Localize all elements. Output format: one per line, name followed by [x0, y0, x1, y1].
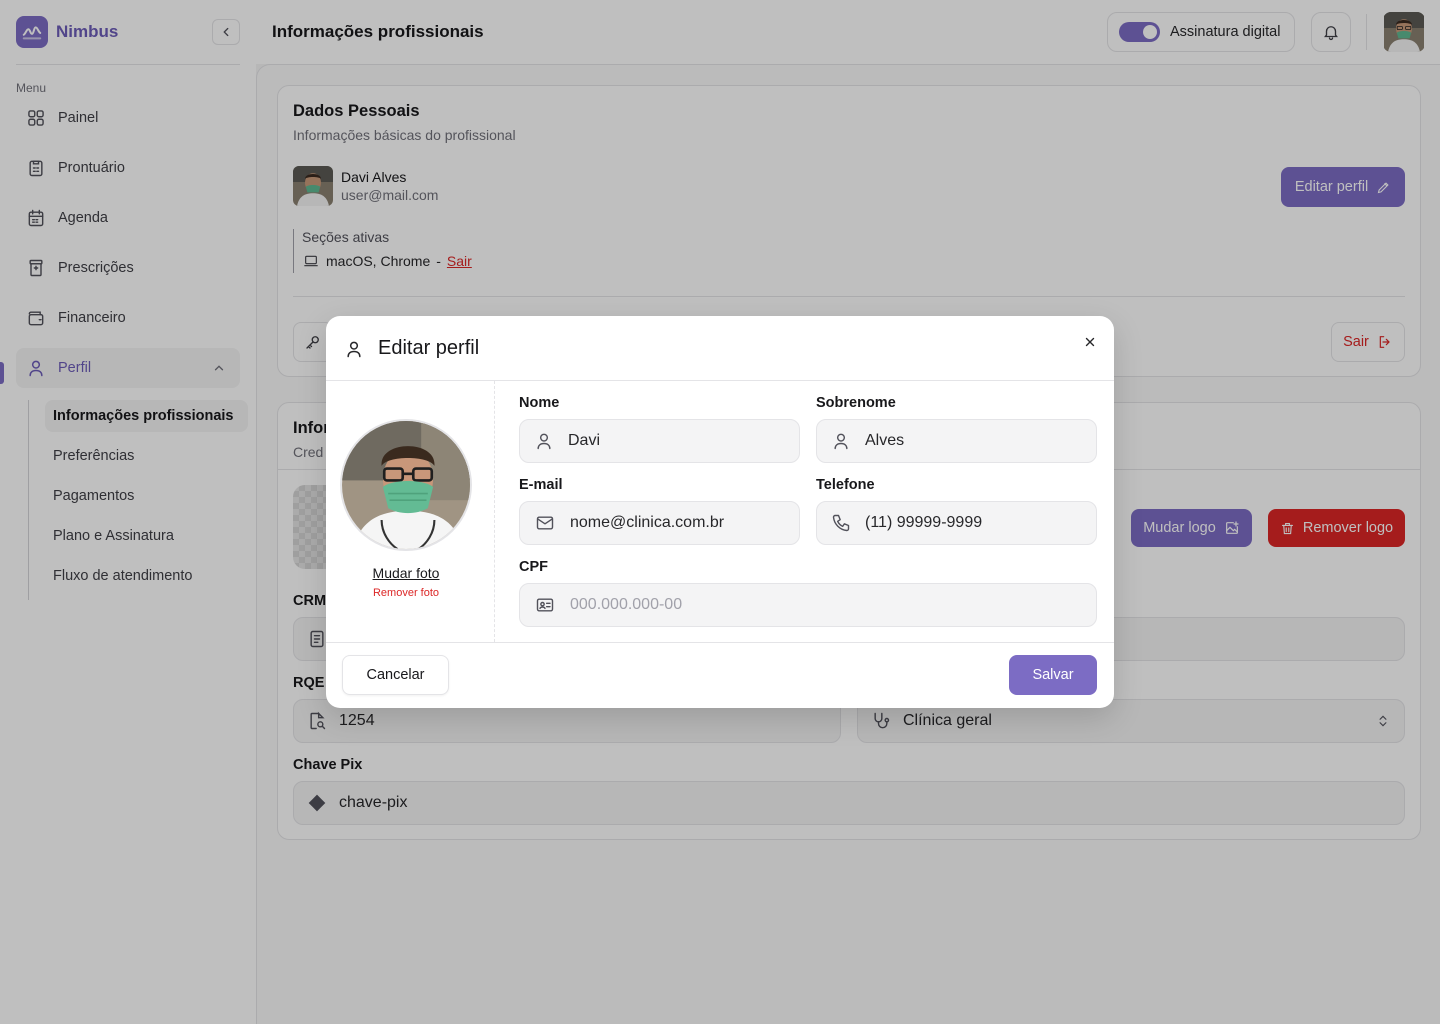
last-name-value: Alves — [865, 432, 905, 449]
dialog-header: Editar perfil — [326, 316, 1114, 381]
user-icon — [831, 431, 851, 451]
phone-label: Telefone — [816, 477, 875, 493]
dialog-title: Editar perfil — [378, 337, 480, 359]
phone-input[interactable]: (11) 99999-9999 — [816, 501, 1097, 545]
save-button[interactable]: Salvar — [1009, 655, 1097, 695]
cancel-button[interactable]: Cancelar — [342, 655, 449, 695]
email-input[interactable]: nome@clinica.com.br — [519, 501, 800, 545]
first-name-label: Nome — [519, 395, 560, 411]
change-photo-link[interactable]: Mudar foto — [326, 565, 486, 581]
profile-photo — [340, 419, 472, 551]
edit-profile-dialog: Editar perfil Mudar foto Remover foto No… — [326, 316, 1114, 708]
user-icon — [534, 431, 554, 451]
email-value: nome@clinica.com.br — [570, 514, 725, 531]
cpf-placeholder: 000.000.000-00 — [570, 596, 683, 613]
phone-value: (11) 99999-9999 — [865, 514, 983, 531]
email-label: E-mail — [519, 477, 563, 493]
remove-photo-link[interactable]: Remover foto — [326, 587, 486, 599]
photo-panel: Mudar foto Remover foto — [326, 381, 495, 642]
close-icon — [1083, 335, 1097, 349]
cpf-input[interactable]: 000.000.000-00 — [519, 583, 1097, 627]
mail-icon — [534, 513, 556, 533]
id-card-icon — [534, 595, 556, 615]
close-dialog-button[interactable] — [1080, 332, 1100, 352]
last-name-label: Sobrenome — [816, 395, 896, 411]
cpf-label: CPF — [519, 559, 548, 575]
phone-icon — [831, 513, 851, 533]
first-name-input[interactable]: Davi — [519, 419, 800, 463]
user-icon — [344, 338, 364, 360]
first-name-value: Davi — [568, 432, 601, 449]
dialog-footer: Cancelar Salvar — [326, 642, 1114, 708]
last-name-input[interactable]: Alves — [816, 419, 1097, 463]
